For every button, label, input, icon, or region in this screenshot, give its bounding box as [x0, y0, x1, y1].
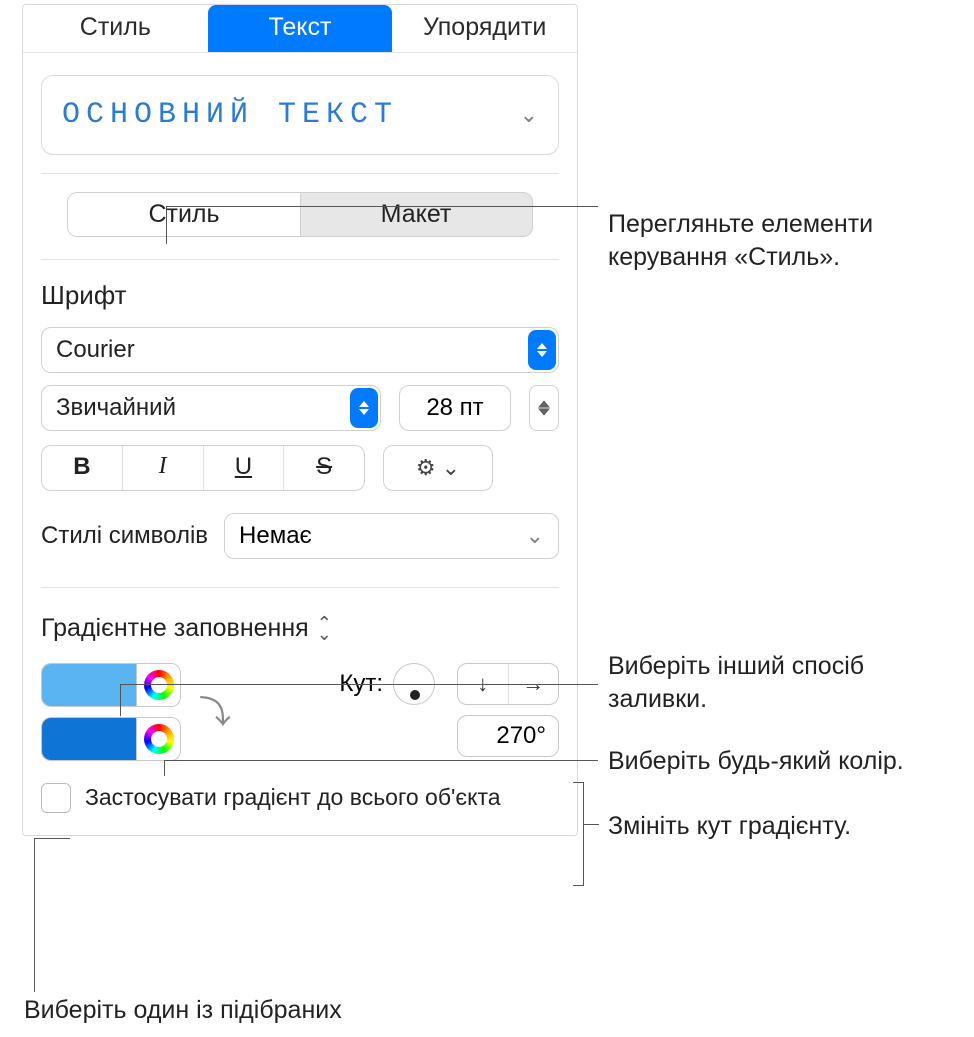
- subtab-layout[interactable]: Макет: [300, 193, 532, 236]
- format-inspector-panel: Стиль Текст Упорядити ОСНОВНИЙ ТЕКСТ ⌄ С…: [22, 4, 578, 836]
- gradient-color-2: [41, 717, 181, 761]
- gradient-color-1-picker[interactable]: [136, 663, 180, 707]
- chevron-down-icon: ⌄: [526, 523, 544, 549]
- tab-arrange[interactable]: Упорядити: [392, 5, 577, 52]
- gradient-stops-column: [41, 663, 181, 761]
- gear-icon: ⚙: [416, 455, 436, 481]
- underline-button[interactable]: U: [204, 446, 285, 490]
- apply-to-object-label: Застосувати градієнт до всього об'єкта: [85, 784, 501, 812]
- swap-colors-button[interactable]: ⤵: [199, 663, 231, 733]
- advanced-options-button[interactable]: ⚙ ⌄: [383, 445, 493, 491]
- character-styles-value: Немає: [239, 522, 312, 550]
- paragraph-style-row: ОСНОВНИЙ ТЕКСТ ⌄: [23, 53, 577, 173]
- font-size-value: 28 пт: [426, 394, 483, 422]
- chevron-updown-icon: ⌃⌄: [317, 618, 332, 640]
- paragraph-style-popup[interactable]: ОСНОВНИЙ ТЕКСТ ⌄: [41, 75, 559, 155]
- font-family-value: Courier: [56, 336, 135, 364]
- callout-leader: [120, 684, 121, 716]
- font-section: Шрифт Courier Звичайний 28 пт: [23, 260, 577, 587]
- tab-style[interactable]: Стиль: [23, 5, 208, 52]
- tab-text[interactable]: Текст: [208, 5, 393, 52]
- apply-to-object-checkbox[interactable]: [41, 783, 71, 813]
- text-style-segmented: B I U S: [41, 445, 365, 491]
- chevron-down-icon: ⌄: [520, 102, 538, 128]
- callout-leader: [34, 838, 35, 992]
- colorwheel-icon: [144, 724, 174, 754]
- font-face-popup[interactable]: Звичайний: [41, 385, 381, 431]
- callout-change-angle: Змініть кут градієнту.: [608, 810, 948, 843]
- strikethrough-button[interactable]: S: [284, 446, 364, 490]
- font-section-title: Шрифт: [41, 280, 559, 311]
- callout-other-fill: Виберіть інший спосіб заливки.: [608, 650, 928, 715]
- callout-leader: [164, 760, 165, 776]
- character-styles-label: Стилі символів: [41, 522, 208, 550]
- callout-preset-color: Виберіть один із підібраних: [24, 994, 404, 1027]
- callout-any-color: Виберіть будь-який колір.: [608, 745, 968, 778]
- angle-dial-dot: [410, 690, 420, 700]
- gradient-color-2-well[interactable]: [42, 718, 136, 760]
- font-family-popup[interactable]: Courier: [41, 327, 559, 373]
- gradient-color-2-picker[interactable]: [136, 717, 180, 761]
- colorwheel-icon: [144, 670, 174, 700]
- fill-type-popup[interactable]: Градієнтне заповнення ⌃⌄: [41, 614, 559, 643]
- callout-leader: [120, 684, 598, 685]
- character-styles-popup[interactable]: Немає ⌄: [224, 513, 559, 559]
- subtab-style[interactable]: Стиль: [68, 193, 300, 236]
- paragraph-style-name: ОСНОВНИЙ ТЕКСТ: [62, 98, 398, 132]
- subtab-segmented-control: Стиль Макет: [67, 192, 533, 237]
- font-size-field[interactable]: 28 пт: [399, 385, 511, 431]
- fill-section: Градієнтне заповнення ⌃⌄: [23, 588, 577, 835]
- popup-stepper-icon: [350, 388, 378, 428]
- callout-leader: [583, 824, 599, 825]
- subtab-row: Стиль Макет: [23, 174, 577, 259]
- callout-style-controls: Перегляньте елементи керування «Стиль».: [608, 208, 948, 273]
- callout-leader: [166, 206, 598, 207]
- inspector-top-tabs: Стиль Текст Упорядити: [23, 5, 577, 53]
- chevron-down-icon: ⌄: [442, 455, 460, 481]
- italic-button[interactable]: I: [123, 446, 204, 490]
- callout-leader: [164, 760, 598, 761]
- font-size-stepper[interactable]: [529, 385, 559, 431]
- bold-button[interactable]: B: [42, 446, 123, 490]
- popup-stepper-icon: [528, 330, 556, 370]
- callout-leader: [166, 206, 167, 244]
- gradient-color-1-well[interactable]: [42, 664, 136, 706]
- angle-value: 270°: [496, 722, 546, 750]
- fill-type-value: Градієнтне заповнення: [41, 614, 309, 643]
- angle-value-field[interactable]: 270°: [457, 715, 559, 757]
- font-face-value: Звичайний: [56, 394, 176, 422]
- callout-bracket: [583, 782, 584, 886]
- callout-leader: [34, 838, 70, 839]
- gradient-color-1: [41, 663, 181, 707]
